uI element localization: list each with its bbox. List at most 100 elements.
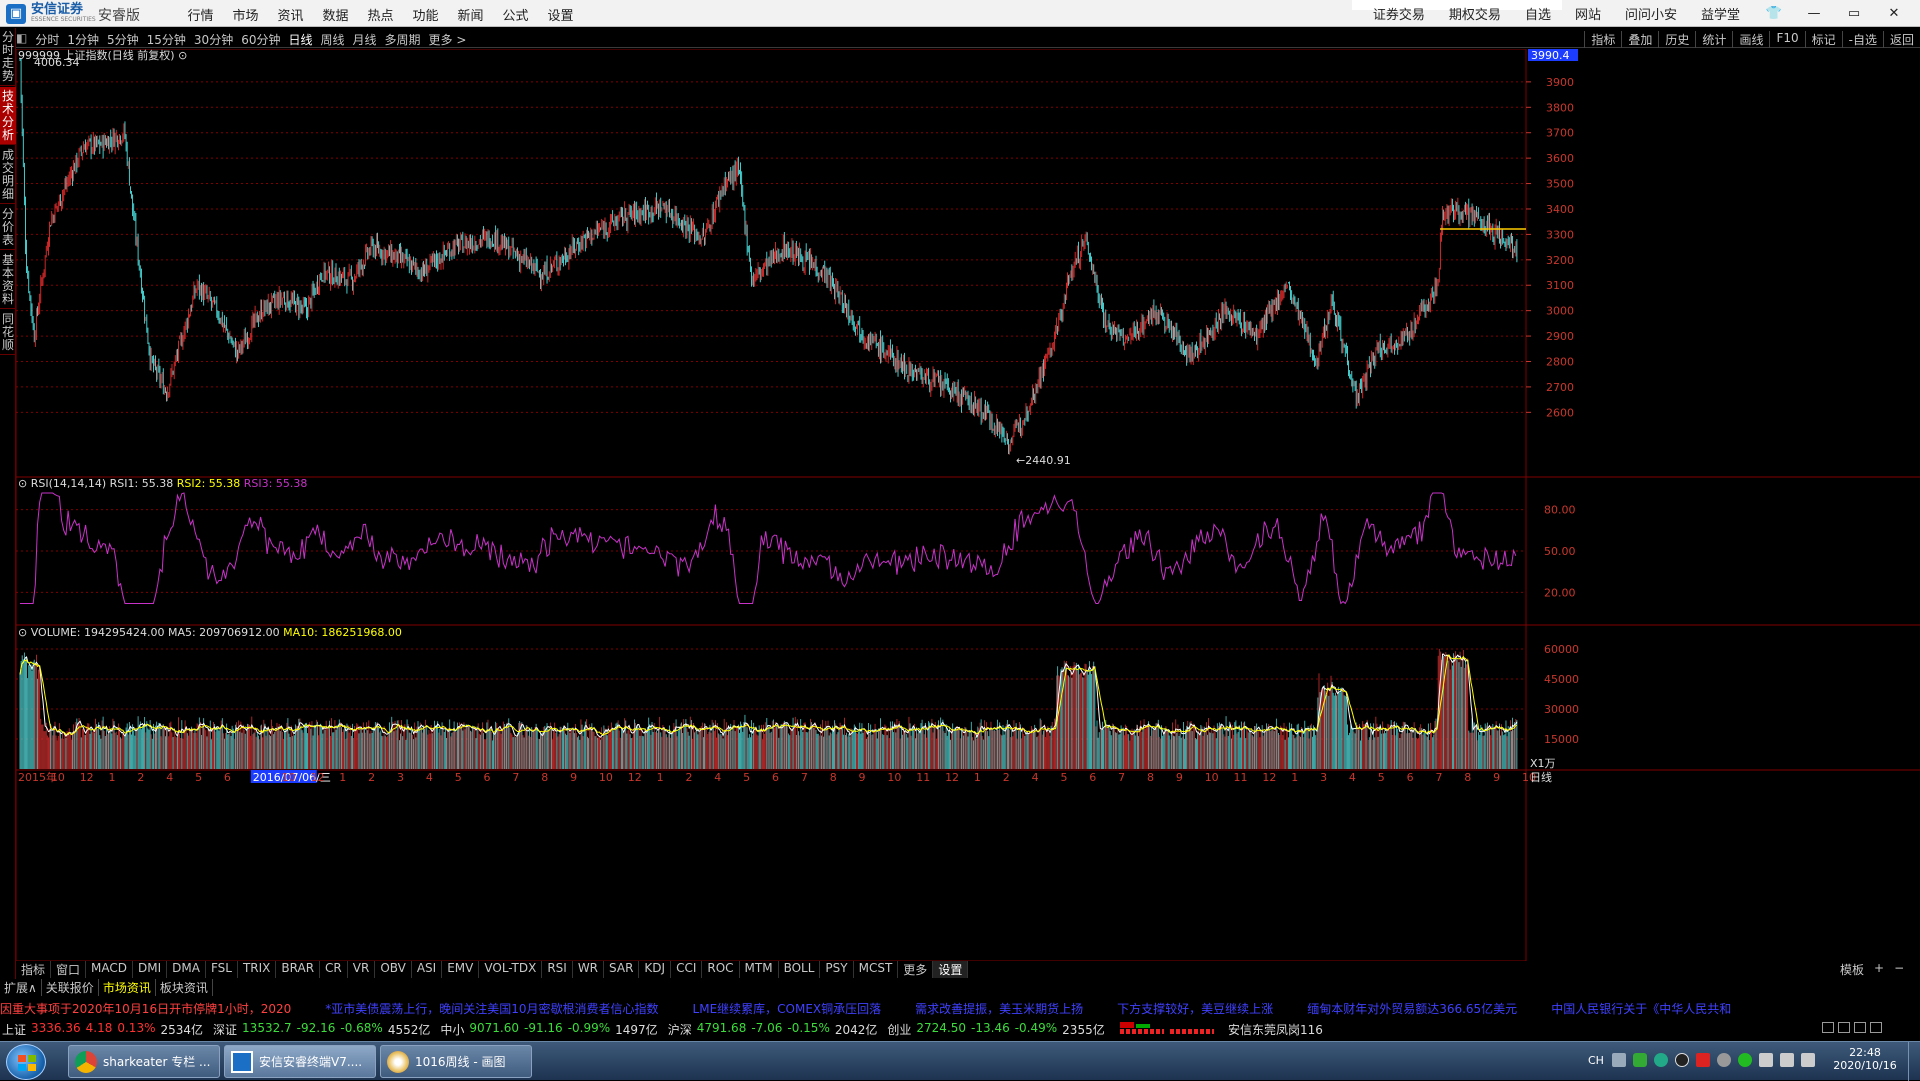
panel-toggle-icon[interactable]: ◧ (16, 31, 27, 48)
menu-4[interactable]: 热点 (358, 5, 403, 24)
period-0[interactable]: 分时 (35, 31, 59, 48)
indicator-tab-11[interactable]: ASI (412, 961, 443, 978)
quote-3[interactable]: 沪深 4791.68 -7.06 -0.15% 2042亿 (668, 1021, 878, 1038)
indicator-tab-20[interactable]: MTM (740, 961, 779, 978)
period-7[interactable]: 周线 (321, 31, 345, 48)
display-icon[interactable] (1759, 1053, 1773, 1067)
menu-3[interactable]: 数据 (313, 5, 358, 24)
news-item-6[interactable]: 中国人民银行关于《中华人民共和 (1551, 1000, 1731, 1017)
news-item-5[interactable]: 缅甸本财年对外贸易额达366.65亿美元 (1307, 1000, 1517, 1017)
stock-chart[interactable]: 3900 3800 3700 3600 3500 3400 3300 3200 3100 3000… (16, 49, 1920, 961)
settings-tray-icon[interactable] (1717, 1053, 1731, 1067)
taskbar-item-browser[interactable]: sharkeater 专栏 ... (68, 1045, 220, 1078)
indicator-tab-24[interactable]: 更多 (898, 961, 934, 978)
side-tab-1[interactable]: 技术分析 (0, 87, 16, 145)
tool-7[interactable]: -自选 (1841, 31, 1877, 48)
tool-8[interactable]: 返回 (1882, 31, 1914, 48)
tool-3[interactable]: 统计 (1695, 31, 1726, 48)
indicator-right-2[interactable]: − (1894, 961, 1904, 978)
news-item-0[interactable]: 因重大事项于2020年10月16日开市停牌1小时，2020 (0, 1000, 291, 1017)
network-icon[interactable] (1780, 1053, 1794, 1067)
minimize-button[interactable]: — (1800, 6, 1828, 21)
indicator-tab-8[interactable]: CR (320, 961, 348, 978)
side-tab-3[interactable]: 分价表 (0, 205, 16, 250)
news-item-2[interactable]: LME继续累库，COMEX铜承压回落 (693, 1000, 882, 1017)
indicator-tab-9[interactable]: VR (348, 961, 376, 978)
restore-button[interactable]: ▭ (1840, 6, 1868, 21)
taskbar-item-paint[interactable]: 1016周线 - 画图 (380, 1045, 532, 1078)
indicator-tab-6[interactable]: TRIX (238, 961, 277, 978)
indicator-tab-25[interactable]: 设置 (933, 961, 969, 978)
side-tab-0[interactable]: 分时走势 (0, 28, 16, 86)
menu-8[interactable]: 设置 (538, 5, 583, 24)
chat-icon[interactable] (1738, 1053, 1752, 1067)
period-6[interactable]: 日线 (288, 31, 312, 48)
wechat-icon[interactable] (1654, 1053, 1668, 1067)
indicator-tab-19[interactable]: ROC (702, 961, 740, 978)
quote-4[interactable]: 创业 2724.50 -13.46 -0.49% 2355亿 (887, 1021, 1104, 1038)
side-tab-2[interactable]: 成交明细 (0, 146, 16, 204)
right-menu-0[interactable]: 证券交易 (1373, 4, 1425, 23)
tray-app-icon[interactable] (1633, 1053, 1647, 1067)
period-9[interactable]: 多周期 (385, 31, 421, 48)
tool-4[interactable]: 画线 (1732, 31, 1763, 48)
quote-0[interactable]: 上证 3336.36 4.18 0.13% 2534亿 (2, 1021, 203, 1038)
bottom-tab-0[interactable]: 扩展∧ (0, 979, 42, 996)
right-menu-5[interactable]: 益学堂 (1701, 4, 1740, 23)
indicator-tab-15[interactable]: WR (573, 961, 605, 978)
news-item-4[interactable]: 下方支撑较好，美豆继续上涨 (1117, 1000, 1273, 1017)
tool-6[interactable]: 标记 (1804, 31, 1836, 48)
indicator-tab-12[interactable]: EMV (442, 961, 480, 978)
indicator-tab-23[interactable]: MCST (854, 961, 899, 978)
bottom-tab-2[interactable]: 市场资讯 (99, 979, 156, 996)
menu-6[interactable]: 新闻 (448, 5, 493, 24)
indicator-tab-17[interactable]: KDJ (639, 961, 672, 978)
menu-2[interactable]: 资讯 (268, 5, 313, 24)
keyboard-icon[interactable] (1612, 1053, 1626, 1067)
volume-icon[interactable] (1801, 1053, 1815, 1067)
indicator-tab-14[interactable]: RSI (542, 961, 573, 978)
quote-1[interactable]: 深证 13532.7 -92.16 -0.68% 4552亿 (213, 1021, 430, 1038)
bottom-tab-1[interactable]: 关联报价 (42, 979, 99, 996)
period-4[interactable]: 30分钟 (194, 31, 233, 48)
right-menu-2[interactable]: 自选 (1525, 4, 1551, 23)
menu-5[interactable]: 功能 (403, 5, 448, 24)
red-app-icon[interactable] (1696, 1053, 1710, 1067)
tool-1[interactable]: 叠加 (1621, 31, 1652, 48)
menu-0[interactable]: 行情 (178, 5, 223, 24)
indicator-tab-3[interactable]: DMI (133, 961, 168, 978)
indicator-tab-2[interactable]: MACD (86, 961, 134, 978)
tool-2[interactable]: 历史 (1658, 31, 1689, 48)
clock[interactable]: 22:48 2020/10/16 (1830, 1046, 1900, 1072)
indicator-tab-7[interactable]: BRAR (276, 961, 321, 978)
indicator-tab-21[interactable]: BOLL (779, 961, 821, 978)
layout-buttons[interactable] (1822, 1022, 1882, 1033)
start-button[interactable] (6, 1044, 46, 1080)
period-10[interactable]: 更多 > (429, 31, 467, 48)
right-menu-4[interactable]: 问问小安 (1625, 4, 1677, 23)
close-button[interactable]: ✕ (1880, 6, 1908, 21)
news-item-1[interactable]: *亚市美债震荡上行，晚间关注美国10月密歇根消费者信心指数 (325, 1000, 658, 1017)
indicator-tab-5[interactable]: FSL (206, 961, 238, 978)
indicator-tab-16[interactable]: SAR (604, 961, 640, 978)
input-language[interactable]: CH (1588, 1054, 1604, 1067)
taskbar-item-trading-terminal[interactable]: 安信安睿终端V7.... (224, 1045, 376, 1078)
right-menu-3[interactable]: 网站 (1575, 4, 1601, 23)
right-menu-1[interactable]: 期权交易 (1449, 4, 1501, 23)
indicator-right-0[interactable]: 模板 (1840, 961, 1864, 978)
indicator-tab-0[interactable]: 指标 (16, 961, 52, 978)
indicator-tab-13[interactable]: VOL-TDX (479, 961, 543, 978)
indicator-tab-4[interactable]: DMA (167, 961, 206, 978)
indicator-tab-1[interactable]: 窗口 (51, 961, 87, 978)
indicator-tab-22[interactable]: PSY (820, 961, 854, 978)
qq-icon[interactable] (1675, 1053, 1689, 1067)
shirt-icon[interactable]: 👕 (1760, 6, 1788, 21)
period-3[interactable]: 15分钟 (147, 31, 186, 48)
side-tab-4[interactable]: 基本资料 (0, 251, 16, 309)
side-tab-5[interactable]: 同花顺 (0, 310, 16, 355)
tool-5[interactable]: F10 (1769, 31, 1799, 48)
news-item-3[interactable]: 需求改善提振，美玉米期货上扬 (915, 1000, 1083, 1017)
menu-7[interactable]: 公式 (493, 5, 538, 24)
quote-2[interactable]: 中小 9071.60 -91.16 -0.99% 1497亿 (440, 1021, 657, 1038)
tool-0[interactable]: 指标 (1584, 31, 1615, 48)
